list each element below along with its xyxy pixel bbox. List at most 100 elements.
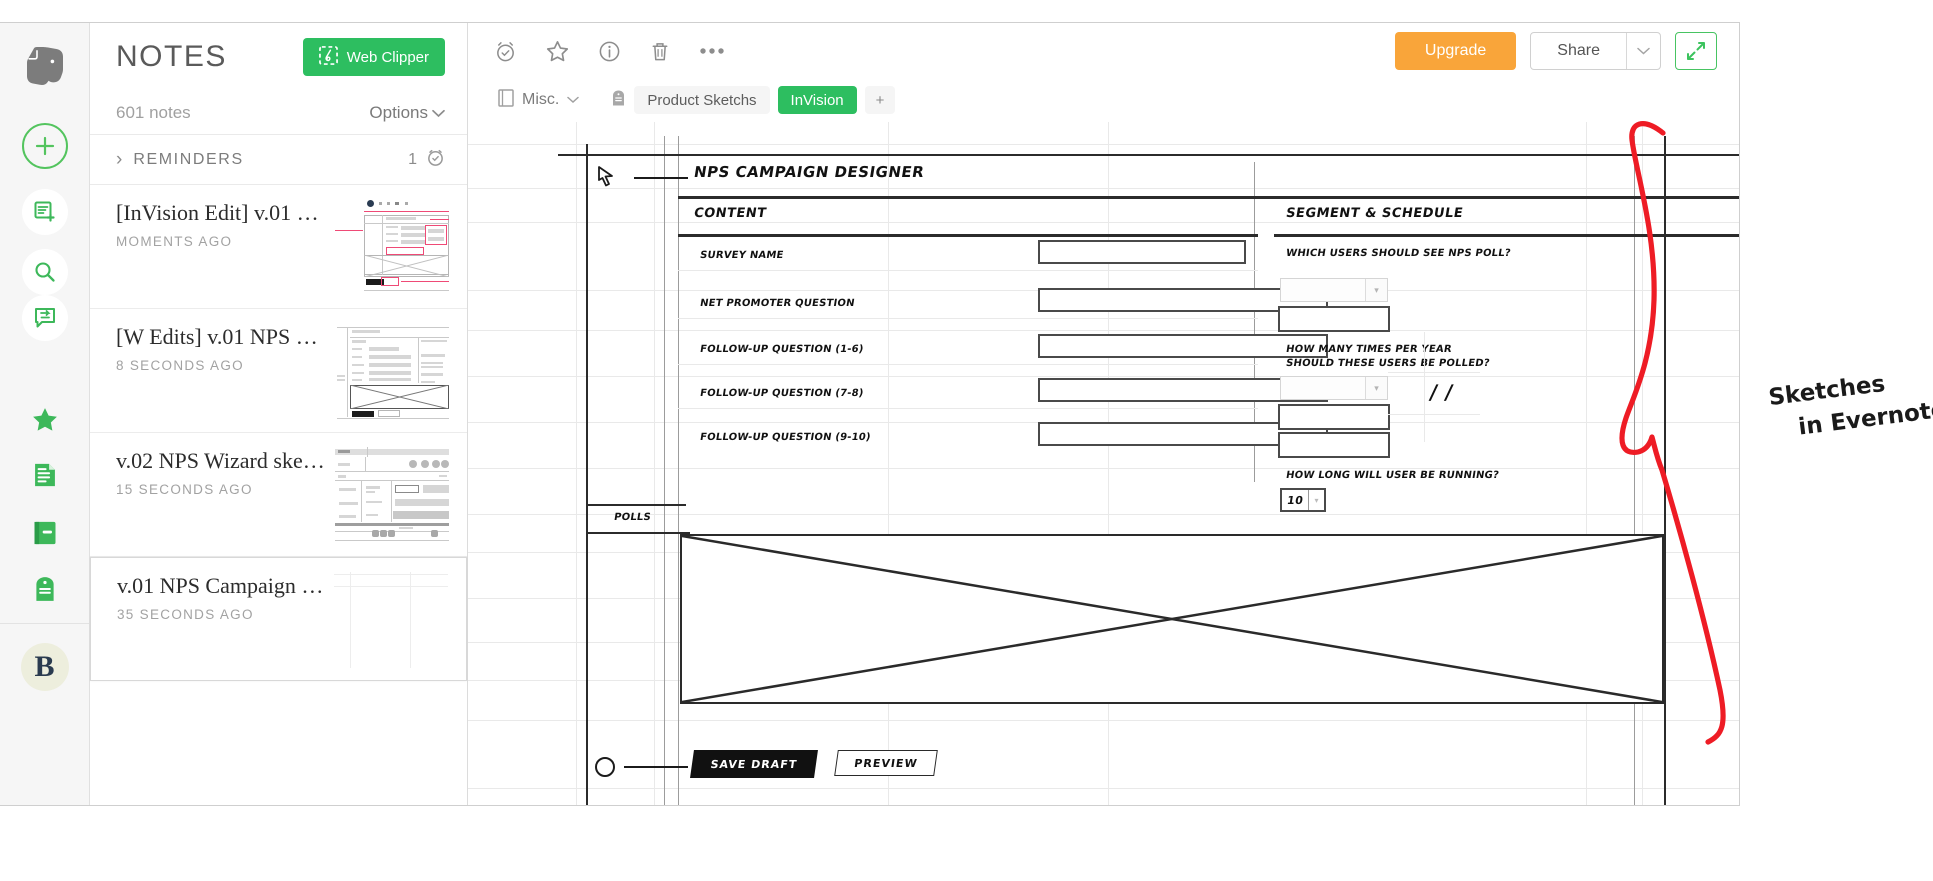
reminders-label: REMINDERS xyxy=(133,151,243,169)
tags-icon[interactable] xyxy=(32,575,58,603)
duration-stepper[interactable]: 10 ▾ xyxy=(1280,488,1326,512)
date-separator: / / xyxy=(1428,380,1455,404)
note-title: [InVision Edit] v.01 NPS… xyxy=(116,199,325,228)
list-item[interactable]: [InVision Edit] v.01 NPS… MOMENTS AGO xyxy=(90,185,467,309)
notebook-selector[interactable]: Misc. xyxy=(498,89,579,112)
note-timestamp: MOMENTS AGO xyxy=(116,234,325,249)
reminders-count: 1 xyxy=(408,151,417,169)
content-section-title: CONTENT xyxy=(693,206,768,221)
chevron-down-icon: ▾ xyxy=(1308,490,1324,510)
rail-divider xyxy=(0,623,89,624)
evernote-app-window: B NOTES Web Clipper 601 notes Options xyxy=(0,22,1740,806)
chevron-right-icon: › xyxy=(116,149,122,171)
notes-panel-header: NOTES Web Clipper xyxy=(90,23,467,91)
note-timestamp: 35 SECONDS AGO xyxy=(117,607,324,622)
field-label-followup-1-6: FOLLOW-UP QUESTION (1-6) xyxy=(699,344,864,355)
note-sketch-canvas: NPS CAMPAIGN DESIGNER CONTENT SEGMENT & … xyxy=(468,121,1739,805)
sketch-image: NPS CAMPAIGN DESIGNER CONTENT SEGMENT & … xyxy=(468,122,1739,805)
reminder-alarm-icon[interactable] xyxy=(494,40,517,63)
web-clipper-button[interactable]: Web Clipper xyxy=(303,38,445,76)
notebook-icon xyxy=(498,89,514,112)
tag-chip-product-sketchs[interactable]: Product Sketchs xyxy=(634,86,769,114)
editor-metadata-bar: Misc. Product Sketchs InVision + xyxy=(468,79,1739,121)
list-item[interactable]: v.01 NPS Campaign ske… 35 SECONDS AGO xyxy=(90,557,467,681)
web-clipper-label: Web Clipper xyxy=(347,49,429,66)
evernote-logo-icon xyxy=(23,41,67,89)
notes-panel-subheader: 601 notes Options xyxy=(90,91,467,135)
alarm-clock-icon xyxy=(426,148,445,172)
segment-question-3: HOW LONG WILL USER BE RUNNING? xyxy=(1285,470,1500,481)
tag-chip-invision[interactable]: InVision xyxy=(778,86,857,114)
new-notebook-icon[interactable] xyxy=(22,189,68,235)
image-placeholder xyxy=(680,534,1664,704)
options-label: Options xyxy=(369,103,428,123)
field-label-survey-name: SURVEY NAME xyxy=(699,250,784,261)
field-label-net-promoter-question: NET PROMOTER QUESTION xyxy=(699,298,855,309)
shortcuts-star-icon[interactable] xyxy=(30,405,60,435)
info-icon[interactable] xyxy=(598,40,621,63)
note-timestamp: 8 SECONDS AGO xyxy=(116,358,325,373)
avatar[interactable]: B xyxy=(21,643,69,691)
chevron-down-icon: ▾ xyxy=(1365,279,1387,301)
frequency-value-box-1[interactable] xyxy=(1278,404,1390,430)
share-button[interactable]: Share xyxy=(1531,33,1626,69)
field-label-followup-7-8: FOLLOW-UP QUESTION (7-8) xyxy=(699,388,864,399)
cursor-pointer-icon xyxy=(596,164,626,190)
note-title: [W Edits] v.01 NPS Cam… xyxy=(116,323,325,352)
work-chat-icon[interactable] xyxy=(22,295,68,341)
duration-value: 10 xyxy=(1286,494,1304,507)
new-note-plus-button[interactable] xyxy=(22,123,68,169)
segment-section-title: SEGMENT & SCHEDULE xyxy=(1285,206,1464,221)
annotation-label: Sketches in Evernote xyxy=(1767,354,1933,448)
options-dropdown[interactable]: Options xyxy=(369,103,445,123)
page-title: NOTES xyxy=(116,40,227,74)
field-input-survey-name[interactable] xyxy=(1038,240,1246,264)
note-thumbnail xyxy=(334,572,448,668)
note-editor-pane: Upgrade Share xyxy=(468,23,1739,805)
save-draft-button[interactable]: SAVE DRAFT xyxy=(690,750,818,778)
favorite-star-icon[interactable] xyxy=(545,39,570,64)
more-options-icon[interactable] xyxy=(699,47,725,55)
segment-question-2-line2: SHOULD THESE USERS BE POLLED? xyxy=(1285,358,1490,369)
note-thumbnail xyxy=(335,199,449,295)
notes-icon[interactable] xyxy=(31,461,59,489)
notebooks-icon[interactable] xyxy=(31,519,59,547)
list-item[interactable]: v.02 NPS Wizard sketch 15 SECONDS AGO xyxy=(90,433,467,557)
chevron-down-icon xyxy=(567,91,579,109)
list-item[interactable]: [W Edits] v.01 NPS Cam… 8 SECONDS AGO xyxy=(90,309,467,433)
note-thumbnail xyxy=(335,323,449,419)
frequency-value-box-2[interactable] xyxy=(1278,432,1390,458)
polls-nav-label: POLLS xyxy=(613,512,652,523)
share-button-group: Share xyxy=(1530,32,1661,70)
note-timestamp: 15 SECONDS AGO xyxy=(116,482,325,497)
icon-rail-sidebar: B xyxy=(0,23,90,805)
expand-fullscreen-button[interactable] xyxy=(1675,32,1717,70)
avatar-initial: B xyxy=(21,643,69,691)
segment-user-value-box[interactable] xyxy=(1278,306,1390,332)
sketch-title: NPS CAMPAIGN DESIGNER xyxy=(693,163,926,181)
trash-icon[interactable] xyxy=(649,40,671,63)
notes-list-panel: NOTES Web Clipper 601 notes Options xyxy=(90,23,468,805)
segment-user-dropdown[interactable]: ▾ xyxy=(1280,278,1388,302)
upgrade-button[interactable]: Upgrade xyxy=(1395,32,1516,70)
segment-question-2-line1: HOW MANY TIMES PER YEAR xyxy=(1285,344,1452,355)
chevron-down-icon[interactable] xyxy=(1626,33,1660,69)
note-title: v.02 NPS Wizard sketch xyxy=(116,447,325,476)
chevron-down-icon xyxy=(432,103,445,123)
search-icon[interactable] xyxy=(22,249,68,295)
editor-toolbar: Upgrade Share xyxy=(468,23,1739,79)
add-tag-button[interactable]: + xyxy=(865,86,896,114)
preview-button[interactable]: PREVIEW xyxy=(834,750,938,776)
field-label-followup-9-10: FOLLOW-UP QUESTION (9-10) xyxy=(699,432,871,443)
reminders-section-row[interactable]: › REMINDERS 1 xyxy=(90,135,467,185)
note-title: v.01 NPS Campaign ske… xyxy=(117,572,324,601)
frequency-dropdown[interactable]: ▾ xyxy=(1280,376,1388,400)
circle-handle-icon xyxy=(594,756,618,780)
notebook-label: Misc. xyxy=(522,91,559,109)
notes-count: 601 notes xyxy=(116,103,191,123)
note-thumbnail xyxy=(335,447,449,543)
tag-row: Product Sketchs InVision + xyxy=(611,86,895,114)
segment-question-1: WHICH USERS SHOULD SEE NPS POLL? xyxy=(1285,248,1511,259)
tag-icon xyxy=(611,89,626,112)
web-clipper-icon xyxy=(319,46,338,69)
